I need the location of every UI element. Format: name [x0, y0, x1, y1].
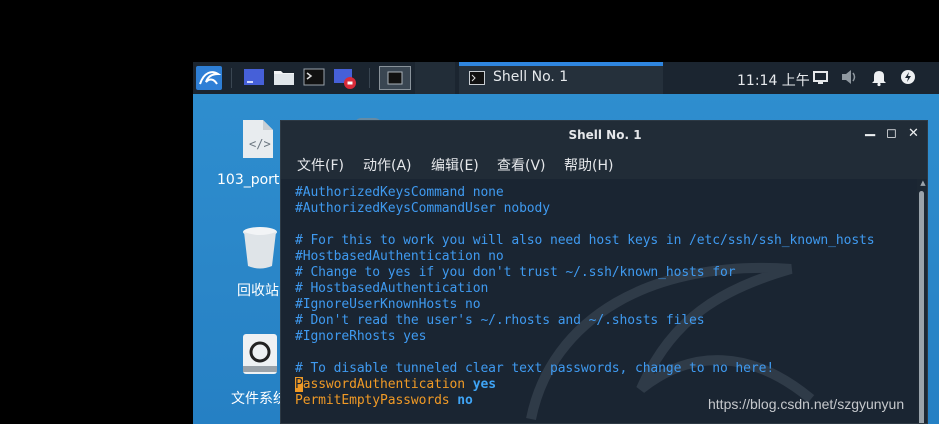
terminal-window-icon [469, 71, 485, 85]
terminal-launcher-button[interactable] [303, 66, 325, 90]
config-line-permit-empty: PermitEmptyPasswords no [295, 393, 473, 408]
workspace-1-button[interactable] [379, 66, 411, 90]
workspace-2-button[interactable] [415, 62, 455, 94]
power-icon [901, 70, 915, 84]
display-button[interactable] [813, 66, 829, 90]
code-file-icon: </> [243, 120, 273, 158]
speaker-icon [842, 70, 856, 84]
top-panel: Shell No. 1 11:14 上午 [193, 62, 939, 94]
file-manager-button[interactable] [273, 66, 295, 90]
desktop-icon-103-port[interactable]: </> [237, 118, 277, 158]
desktop-icon-label: 回收站 [237, 283, 279, 299]
config-line: # Change to yes if you don't trust ~/.ss… [295, 265, 736, 280]
scroll-thumb[interactable] [919, 191, 924, 423]
config-line: #AuthorizedKeysCommand none [295, 185, 504, 200]
config-line: # To disable tunneled clear text passwor… [295, 361, 775, 376]
menu-file[interactable]: 文件(F) [297, 155, 344, 175]
text-cursor: P [295, 377, 303, 392]
desktop-icon-trash[interactable] [241, 224, 279, 274]
config-line: # HostbasedAuthentication [295, 281, 489, 296]
menu-help[interactable]: 帮助(H) [564, 155, 613, 175]
kali-menu-button[interactable] [196, 66, 222, 90]
menu-bar: 文件(F) 动作(A) 编辑(E) 查看(V) 帮助(H) [281, 149, 927, 179]
config-value: yes [472, 377, 496, 392]
config-line-password-auth: PasswordAuthentication yes [295, 377, 496, 392]
taskbar-item-shell[interactable]: Shell No. 1 [459, 62, 663, 94]
monitor-icon [813, 71, 828, 84]
watermark: https://blog.csdn.net/szgyunyun [708, 396, 905, 412]
maximize-icon[interactable]: ◻ [886, 126, 897, 141]
title-bar[interactable]: Shell No. 1 ▁ ◻ ✕ [281, 121, 927, 149]
workspace-window-icon [387, 71, 403, 85]
config-key: PermitEmptyPasswords [295, 393, 450, 408]
active-task-indicator [459, 62, 663, 66]
desktop-icon-label: 103_port [217, 172, 280, 188]
scroll-up-icon[interactable]: ▲ [917, 179, 927, 189]
taskbar-item-label: Shell No. 1 [493, 69, 569, 85]
show-desktop-button[interactable] [243, 66, 265, 90]
clock[interactable]: 11:14 上午 [737, 70, 810, 90]
config-line: #HostbasedAuthentication no [295, 249, 504, 264]
minimize-icon[interactable]: ▁ [865, 122, 875, 137]
vertical-scrollbar[interactable]: ▲ [917, 179, 927, 423]
drive-icon [243, 334, 277, 374]
folder-icon [274, 71, 294, 85]
config-line: #IgnoreUserKnownHosts no [295, 297, 481, 312]
config-key: asswordAuthentication [302, 377, 465, 392]
trash-icon [243, 227, 277, 269]
screen-recorder-button[interactable] [333, 66, 357, 90]
kali-dragon-icon [196, 66, 222, 90]
menu-edit[interactable]: 编辑(E) [431, 155, 479, 175]
terminal-window[interactable]: Shell No. 1 ▁ ◻ ✕ 文件(F) 动作(A) 编辑(E) 查看(V… [280, 120, 928, 424]
screen-record-icon [334, 69, 356, 89]
window-title: Shell No. 1 [568, 128, 642, 142]
config-line: #IgnoreRhosts yes [295, 329, 427, 344]
bell-icon [872, 71, 886, 87]
desktop-icon-filesystem[interactable] [241, 332, 279, 380]
config-value: no [457, 393, 473, 408]
close-icon[interactable]: ✕ [908, 126, 919, 141]
svg-text:</>: </> [249, 137, 271, 151]
volume-button[interactable] [841, 66, 859, 90]
config-line: #AuthorizedKeysCommandUser nobody [295, 201, 550, 216]
terminal-content[interactable]: #AuthorizedKeysCommand none #AuthorizedK… [281, 179, 917, 423]
desktop-icon [244, 69, 264, 85]
config-line: # For this to work you will also need ho… [295, 233, 875, 248]
menu-view[interactable]: 查看(V) [497, 155, 546, 175]
power-button[interactable] [899, 66, 917, 90]
panel-separator [231, 68, 232, 88]
menu-actions[interactable]: 动作(A) [363, 155, 412, 175]
terminal-icon [303, 68, 325, 86]
desktop-icon-label: 文件系统 [231, 391, 287, 407]
config-line: # Don't read the user's ~/.rhosts and ~/… [295, 313, 705, 328]
notifications-button[interactable] [871, 66, 887, 90]
panel-separator [369, 68, 370, 88]
